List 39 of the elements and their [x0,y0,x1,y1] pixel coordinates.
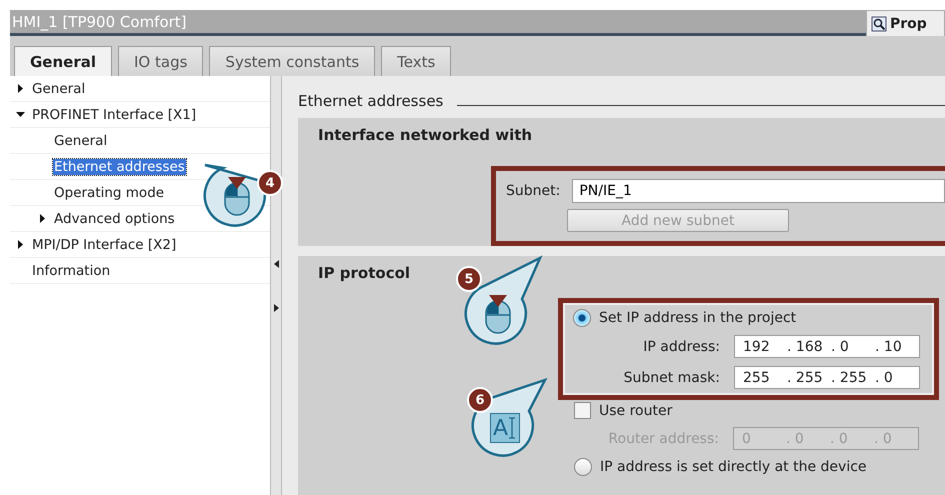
mouse-icon [484,295,512,335]
radio-button[interactable] [574,458,592,476]
mouse-icon [223,177,251,217]
tree-item[interactable]: General [31,80,86,96]
field-label: Subnet mask: [624,370,720,386]
page-title: Ethernet addresses [298,92,444,110]
tree-item[interactable]: PROFINET Interface [X1] [31,106,198,122]
field-label: Subnet: [506,183,560,199]
field-label: IP address: [643,338,720,354]
text-cursor-icon: A [490,413,520,443]
expand-right-icon[interactable] [274,304,278,312]
tree-item[interactable]: Ethernet addresses [53,158,186,174]
properties-tab[interactable]: Prop [866,10,945,36]
tree-item[interactable]: General [53,132,108,148]
tree-item[interactable]: Advanced options [53,210,176,226]
window-title: HMI_1 [TP900 Comfort] [10,10,866,36]
collapse-left-icon[interactable] [274,260,278,268]
radio-label: IP address is set directly at the device [600,459,867,475]
section-title: IP protocol [318,264,410,282]
tab[interactable]: IO tags [118,46,204,76]
tab[interactable]: System constants [209,46,376,76]
ip-input-field[interactable]: 192 . 168 . 0 . 10 [734,335,920,358]
radio-label: Set IP address in the project [599,310,796,326]
section-title: Interface networked with [318,126,532,144]
collapse-arrow-icon[interactable] [16,110,25,119]
tab[interactable]: General [14,46,112,76]
checkbox-label: Use router [599,402,672,418]
expand-arrow-icon[interactable] [38,214,47,223]
tree-item[interactable]: Operating mode [53,184,166,200]
tree-item[interactable]: MPI/DP Interface [X2] [31,236,178,252]
expand-arrow-icon[interactable] [16,240,25,249]
checkbox[interactable] [574,402,591,419]
expand-arrow-icon[interactable] [16,84,25,93]
tab[interactable]: Texts [381,46,452,76]
ip-input-field[interactable]: 255 . 255 . 255 . 0 [734,366,920,389]
magnifier-icon [871,16,887,32]
tree-item[interactable]: Information [31,262,112,278]
subnet-field[interactable]: PN/IE_1 [572,179,945,203]
radio-button[interactable] [573,309,591,327]
